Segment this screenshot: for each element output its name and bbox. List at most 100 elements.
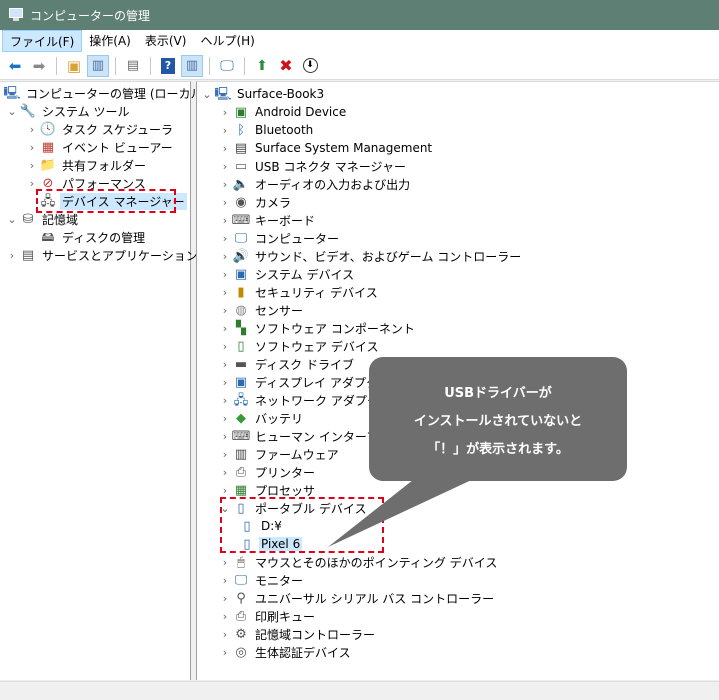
chevron-down-icon[interactable]: ⌄ <box>6 210 18 228</box>
chevron-right-icon[interactable]: › <box>219 121 231 139</box>
device-category-label: USB コネクタ マネージャー <box>255 159 406 174</box>
chevron-right-icon[interactable]: › <box>219 445 231 463</box>
chevron-right-icon[interactable]: › <box>219 157 231 175</box>
download-icon[interactable]: ⬇ <box>299 55 321 77</box>
chevron-right-icon[interactable]: › <box>219 139 231 157</box>
device-category-label: ソフトウェア デバイス <box>255 339 379 354</box>
chevron-right-icon[interactable]: › <box>219 571 231 589</box>
device-category-software-device[interactable]: › ▯ ソフトウェア デバイス <box>219 337 380 355</box>
menu-view[interactable]: 表示(V) <box>138 30 194 52</box>
tree-node-disk-management[interactable]: 🖴 ディスクの管理 <box>38 228 147 246</box>
chevron-right-icon[interactable]: › <box>219 373 231 391</box>
chevron-right-icon[interactable]: › <box>219 409 231 427</box>
device-category-disk-drive[interactable]: › ▬ ディスク ドライブ <box>219 355 356 373</box>
device-category-firmware[interactable]: › ▥ ファームウェア <box>219 445 341 463</box>
menu-file[interactable]: ファイル(F) <box>2 30 83 52</box>
device-category-label: バッテリ <box>255 411 304 426</box>
computer-icon: 🖳 <box>214 86 232 102</box>
device-category-usb-connector[interactable]: › ▭ USB コネクタ マネージャー <box>219 157 408 175</box>
device-category-android-device[interactable]: › ▣ Android Device <box>219 103 348 121</box>
device-category-software-component[interactable]: › ▚ ソフトウェア コンポーネント <box>219 319 417 337</box>
menu-action[interactable]: 操作(A) <box>82 30 138 52</box>
device-tree-root[interactable]: ⌄ 🖳 Surface-Book3 <box>201 85 326 103</box>
chevron-right-icon[interactable]: › <box>219 355 231 373</box>
device-category-label: サウンド、ビデオ、およびゲーム コントローラー <box>255 249 522 264</box>
tree-node-shared-folders[interactable]: › 📁 共有フォルダー <box>26 156 148 174</box>
chevron-down-icon[interactable]: ⌄ <box>6 102 18 120</box>
chevron-right-icon[interactable]: › <box>219 553 231 571</box>
portable-devices-highlight <box>220 497 384 553</box>
chevron-right-icon[interactable]: › <box>219 643 231 661</box>
tree-node-task-scheduler[interactable]: › 🕓 タスク スケジューラ <box>26 120 175 138</box>
chevron-right-icon[interactable]: › <box>6 246 18 264</box>
chevron-right-icon[interactable]: › <box>219 247 231 265</box>
properties-icon[interactable]: ▤ <box>122 55 144 77</box>
back-arrow-icon[interactable]: ⬅ <box>4 55 26 77</box>
device-category-label: Android Device <box>255 105 347 119</box>
device-category-storage-controller[interactable]: › ⚙ 記憶域コントローラー <box>219 625 377 643</box>
device-category-biometric[interactable]: › ◎ 生体認証デバイス <box>219 643 353 661</box>
device-category-label: 記憶域コントローラー <box>255 627 376 642</box>
menu-help[interactable]: ヘルプ(H) <box>193 30 261 52</box>
device-category-computer[interactable]: › 🖵 コンピューター <box>219 229 341 247</box>
chevron-right-icon[interactable]: › <box>26 138 38 156</box>
device-category-network-adapter[interactable]: › 🖧 ネットワーク アダプター <box>219 391 393 409</box>
show-hide-tree-icon[interactable]: ▥ <box>87 54 109 77</box>
computer-management-icon: 🖳 <box>3 85 21 101</box>
device-category-printer[interactable]: › ⎙ プリンター <box>219 463 317 481</box>
callout-line-3: 「！」が表示されます。 <box>427 441 569 457</box>
device-category-usb-controller[interactable]: › ⚲ ユニバーサル シリアル バス コントローラー <box>219 589 496 607</box>
bluetooth-icon: ᛒ <box>237 122 245 138</box>
tree-node-services-apps[interactable]: › ▤ サービスとアプリケーション <box>6 246 200 264</box>
chevron-right-icon[interactable]: › <box>219 265 231 283</box>
chevron-right-icon[interactable]: › <box>219 319 231 337</box>
help-icon[interactable]: ? <box>157 55 179 77</box>
scan-hardware-icon[interactable]: 🖵 <box>216 55 238 77</box>
device-category-keyboard[interactable]: › ⌨ キーボード <box>219 211 317 229</box>
tree-node-system-tools[interactable]: ⌄ 🔧 システム ツール <box>6 102 131 120</box>
chevron-right-icon[interactable]: › <box>219 229 231 247</box>
chevron-right-icon[interactable]: › <box>219 427 231 445</box>
device-category-security[interactable]: › ▮ セキュリティ デバイス <box>219 283 380 301</box>
device-category-monitor[interactable]: › 🖵 モニター <box>219 571 305 589</box>
chevron-right-icon[interactable]: › <box>219 589 231 607</box>
chevron-right-icon[interactable]: › <box>219 607 231 625</box>
chevron-right-icon[interactable]: › <box>219 193 231 211</box>
chevron-right-icon[interactable]: › <box>219 283 231 301</box>
tree-node-root[interactable]: 🖳 コンピューターの管理 (ローカル) <box>2 84 209 102</box>
up-folder-icon[interactable]: ▣ <box>63 55 85 77</box>
device-category-mouse[interactable]: › 🖱 マウスとそのほかのポインティング デバイス <box>219 553 499 571</box>
forward-arrow-icon[interactable]: ➡ <box>28 55 50 77</box>
chevron-right-icon[interactable]: › <box>219 463 231 481</box>
device-category-bluetooth[interactable]: › ᛒ Bluetooth <box>219 121 315 139</box>
chevron-right-icon[interactable]: › <box>219 301 231 319</box>
device-category-label: マウスとそのほかのポインティング デバイス <box>255 555 498 570</box>
chevron-right-icon[interactable]: › <box>26 156 38 174</box>
chevron-right-icon[interactable]: › <box>219 175 231 193</box>
device-category-display-adapter[interactable]: › ▣ ディスプレイ アダプター <box>219 373 392 391</box>
action-pane-icon[interactable]: ▥ <box>181 54 203 77</box>
device-category-sensor[interactable]: › ◍ センサー <box>219 301 305 319</box>
device-category-system-device[interactable]: › ▣ システム デバイス <box>219 265 356 283</box>
chevron-right-icon[interactable]: › <box>219 625 231 643</box>
tree-node-event-viewer[interactable]: › ▦ イベント ビューアー <box>26 138 175 156</box>
callout-line-1: USBドライバーが <box>444 385 552 401</box>
uninstall-icon[interactable]: ✖ <box>275 55 297 77</box>
device-category-audio[interactable]: › 🔈 オーディオの入力および出力 <box>219 175 412 193</box>
device-category-print-queue[interactable]: › ⎙ 印刷キュー <box>219 607 317 625</box>
chevron-right-icon[interactable]: › <box>26 120 38 138</box>
chevron-down-icon[interactable]: ⌄ <box>201 85 213 103</box>
chevron-right-icon[interactable]: › <box>219 211 231 229</box>
update-driver-icon[interactable]: ⬆ <box>251 55 273 77</box>
computer-icon: 🖵 <box>234 230 248 246</box>
chevron-right-icon[interactable]: › <box>219 337 231 355</box>
device-category-system-management[interactable]: › ▤ Surface System Management <box>219 139 434 157</box>
print-queue-icon: ⎙ <box>235 608 247 624</box>
device-category-camera[interactable]: › ◉ カメラ <box>219 193 293 211</box>
camera-icon: ◉ <box>235 194 247 210</box>
device-category-label: システム デバイス <box>255 267 355 282</box>
device-category-battery[interactable]: › ◆ バッテリ <box>219 409 305 427</box>
chevron-right-icon[interactable]: › <box>219 391 231 409</box>
device-category-sound[interactable]: › 🔊 サウンド、ビデオ、およびゲーム コントローラー <box>219 247 523 265</box>
chevron-right-icon[interactable]: › <box>219 103 231 121</box>
